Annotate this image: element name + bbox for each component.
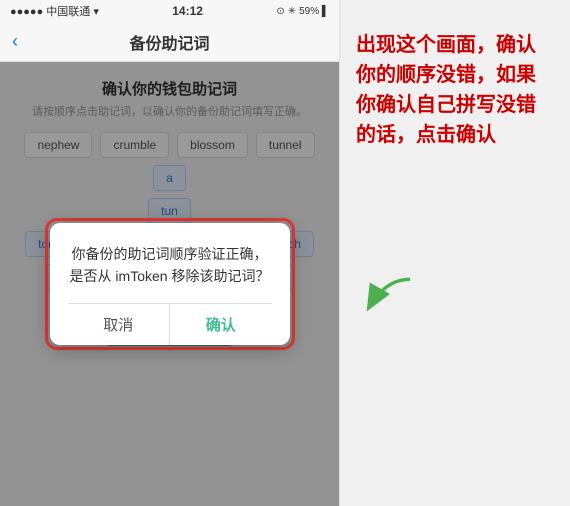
nav-title: 备份助记词: [129, 30, 209, 54]
dialog-buttons: 取消 确认: [68, 303, 272, 345]
dialog-box: 你备份的助记词顺序验证正确，是否从 imToken 移除该助记词？ 取消 确认: [50, 223, 290, 346]
bluetooth-icon: ✳: [288, 6, 296, 17]
status-icons: ⊙ ✳ 59% ▌: [276, 6, 329, 17]
dialog-confirm-button[interactable]: 确认: [170, 304, 272, 345]
arrow-container: [350, 271, 420, 326]
green-arrow-icon: [350, 271, 420, 321]
wifi-icon: ⊙: [276, 6, 284, 17]
dialog-overlay: 你备份的助记词顺序验证正确，是否从 imToken 移除该助记词？ 取消 确认: [0, 62, 339, 506]
dialog-message: 你备份的助记词顺序验证正确，是否从 imToken 移除该助记词？: [68, 243, 272, 288]
annotation-text: 出现这个画面，确认你的顺序没错，如果你确认自己拼写没错的话，点击确认: [356, 30, 554, 150]
back-button[interactable]: ‹: [12, 31, 18, 52]
phone-section: ●●●●● 中国联通 ▾ 14:12 ⊙ ✳ 59% ▌ ‹ 备份助记词 确认你…: [0, 0, 340, 506]
carrier-text: ●●●●● 中国联通 ▾: [10, 3, 99, 19]
dialog-highlight-border: 你备份的助记词顺序验证正确，是否从 imToken 移除该助记词？ 取消 确认: [45, 218, 295, 351]
phone-content: 确认你的钱包助记词 请按顺序点击助记词，以确认你的备份助记词填写正确。 neph…: [0, 62, 339, 506]
annotation-section: 出现这个画面，确认你的顺序没错，如果你确认自己拼写没错的话，点击确认: [340, 0, 570, 506]
nav-bar: ‹ 备份助记词: [0, 22, 339, 62]
status-bar: ●●●●● 中国联通 ▾ 14:12 ⊙ ✳ 59% ▌: [0, 0, 339, 22]
dialog-cancel-button[interactable]: 取消: [68, 304, 171, 345]
time-display: 14:12: [172, 4, 203, 18]
battery-text: 59% ▌: [299, 6, 329, 17]
